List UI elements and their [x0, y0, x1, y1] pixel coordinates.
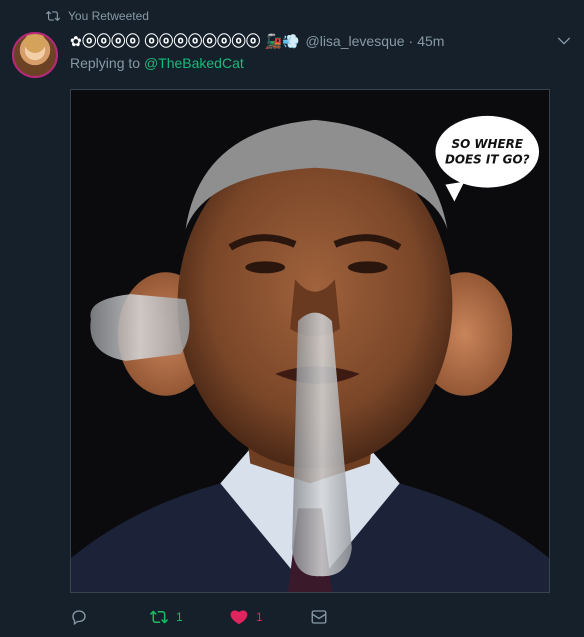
retweet-context: You Retweeted: [46, 9, 149, 23]
retweet-icon: [46, 11, 60, 21]
separator: ·: [408, 33, 414, 49]
retweet-count: 1: [176, 610, 183, 624]
direct-message-button[interactable]: [310, 606, 390, 628]
retweet-context-text: You Retweeted: [68, 9, 149, 23]
replying-prefix: Replying to: [70, 55, 141, 71]
retweet-button[interactable]: 1: [150, 606, 230, 628]
tweet-image[interactable]: SO WHERE DOES IT GO?: [70, 89, 550, 593]
timestamp[interactable]: 45m: [417, 33, 444, 49]
like-button[interactable]: 1: [230, 606, 310, 628]
avatar[interactable]: [12, 32, 58, 78]
name-emoji: 🚂💨: [264, 32, 300, 49]
tweet[interactable]: You Retweeted ✿ⓞⓞⓞⓞ ⓞⓞⓞⓞⓞⓞⓞⓞ 🚂💨 @lisa_le…: [0, 0, 584, 637]
reply-button[interactable]: [70, 606, 150, 628]
like-count: 1: [256, 610, 263, 624]
retweet-icon: [150, 610, 168, 624]
image-illustration: SO WHERE DOES IT GO?: [71, 90, 549, 592]
user-handle[interactable]: @lisa_levesque: [306, 33, 405, 49]
display-name[interactable]: ✿ⓞⓞⓞⓞ ⓞⓞⓞⓞⓞⓞⓞⓞ: [70, 31, 261, 51]
tweet-header: ✿ⓞⓞⓞⓞ ⓞⓞⓞⓞⓞⓞⓞⓞ 🚂💨 @lisa_levesque · 45m: [70, 31, 544, 51]
more-options-button[interactable]: [556, 33, 572, 49]
speech-bubble-line-2: DOES IT GO?: [445, 153, 530, 167]
reply-icon: [72, 610, 86, 626]
replying-to: Replying to @TheBakedCat: [70, 55, 244, 71]
envelope-icon: [311, 610, 327, 624]
chevron-down-icon: [558, 37, 570, 45]
tweet-actions: 1 1: [70, 606, 390, 628]
heart-icon: [230, 610, 248, 625]
replying-to-mention[interactable]: @TheBakedCat: [144, 55, 244, 71]
speech-bubble-line-1: SO WHERE: [451, 137, 523, 151]
